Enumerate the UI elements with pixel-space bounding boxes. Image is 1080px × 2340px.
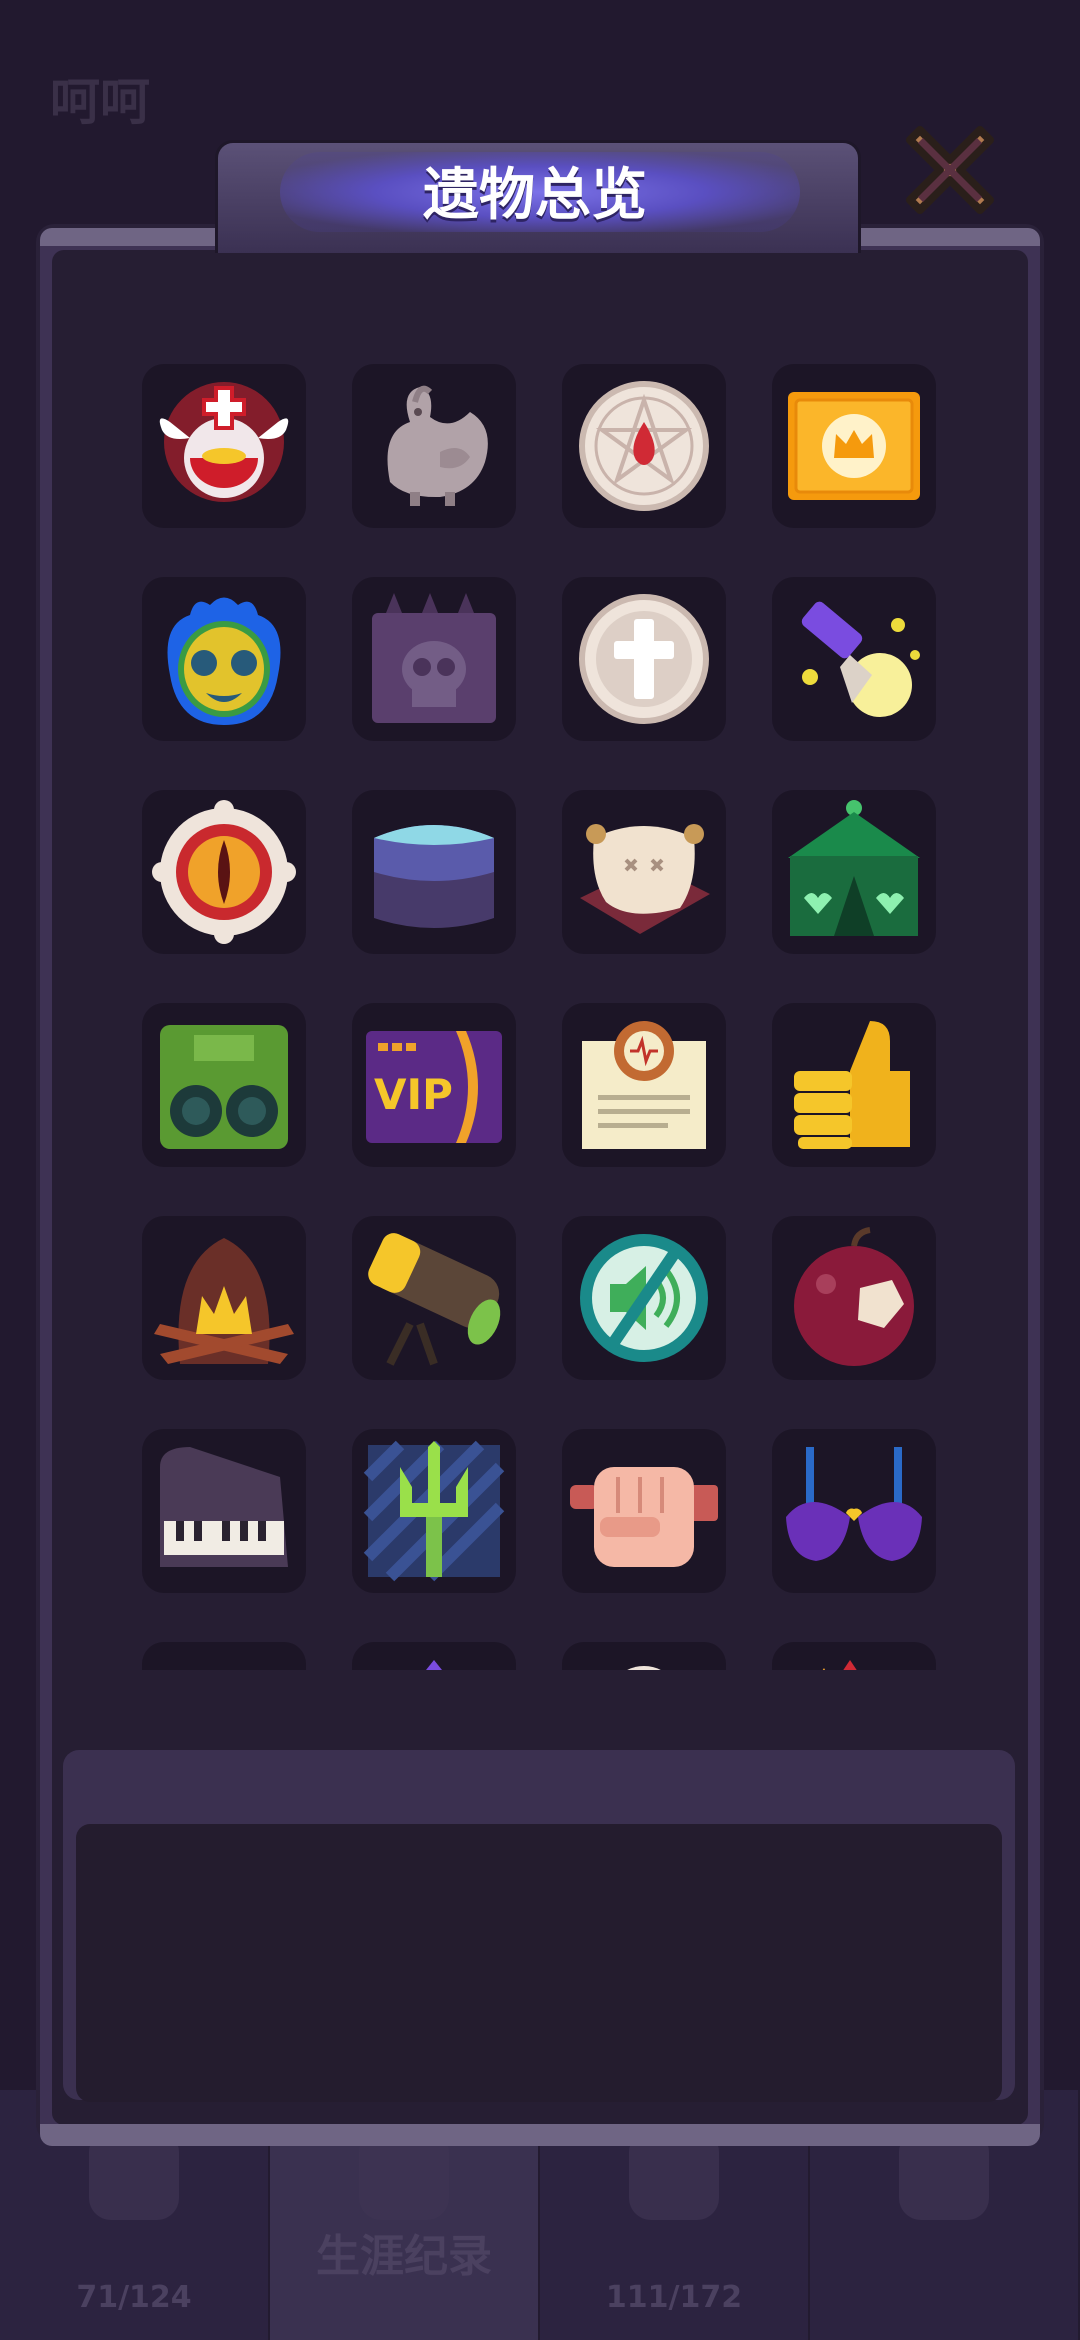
cross-coin-icon [579,594,709,724]
relic-slot-angel-potion[interactable] [142,364,306,528]
relic-slot-campfire[interactable] [142,1216,306,1380]
relic-partial-icon [627,1666,661,1670]
mute-icon [580,1234,708,1362]
relic-grid: VIP [52,300,1028,1670]
relic-slot-trident[interactable] [352,1429,516,1593]
relic-slot-certificate[interactable] [562,1003,726,1167]
close-x-icon [906,126,994,214]
relic-slot-green-tent[interactable] [772,790,936,954]
eye-ring-icon [152,800,296,944]
tab-relics-count: 71/124 [76,2280,192,2315]
relic-slot-telescope[interactable] [352,1216,516,1380]
vip-card-icon: VIP [366,1031,502,1143]
svg-text:VIP: VIP [374,1070,453,1119]
relic-slot-thumbs-up[interactable] [772,1003,936,1167]
pentagram-coin-icon [579,381,709,511]
ice-cube-icon [374,825,494,928]
angel-potion-icon [159,382,289,502]
pillow-icon [580,824,710,934]
relic-slot-mute[interactable] [562,1216,726,1380]
dialog-title: 遗物总览 [423,163,647,228]
relic-slot-gold-crown-card[interactable] [772,364,936,528]
magic-wand-icon [801,601,920,717]
telescope-icon [368,1233,501,1366]
certificate-icon [582,1021,706,1149]
relic-slot-bitten-apple[interactable] [772,1216,936,1380]
bitten-apple-icon [794,1227,914,1366]
bra-icon [786,1447,922,1561]
relic-slot-skull-block[interactable] [352,577,516,741]
description-panel [76,1824,1002,2102]
relic-slot-vip-card[interactable]: VIP [352,1003,516,1167]
dialog-bottom-edge [40,2124,1040,2146]
green-tent-icon [788,800,920,936]
relic-slot-ice-cube[interactable] [352,790,516,954]
relic-partial-icon [150,1650,298,1670]
relic-partial-icon [822,1660,857,1670]
relic-slot-partial-1[interactable] [142,1642,306,1670]
relic-slot-eye-ring[interactable] [142,790,306,954]
relic-slot-piano[interactable] [142,1429,306,1593]
close-button[interactable] [890,110,1010,230]
flaming-mask-icon [167,597,281,725]
piano-icon [160,1447,288,1567]
green-speaker-icon [160,1025,288,1149]
relic-slot-cross-coin[interactable] [562,577,726,741]
tab-collection-count: 111/172 [605,2280,743,2315]
relic-slot-stone-rooster[interactable] [352,364,516,528]
skull-block-icon [372,593,496,723]
relic-slot-partial-2[interactable] [352,1642,516,1670]
gold-crown-card-icon [788,392,920,500]
stone-rooster-icon [387,385,488,506]
fist-icon [570,1467,718,1567]
relic-slot-magic-wand[interactable] [772,577,936,741]
relic-slot-flaming-mask[interactable] [142,577,306,741]
relic-slot-partial-4[interactable] [772,1642,936,1670]
relic-slot-bra[interactable] [772,1429,936,1593]
relic-slot-fist[interactable] [562,1429,726,1593]
campfire-icon [154,1238,294,1364]
relic-slot-green-speaker[interactable] [142,1003,306,1167]
relic-slot-pentagram-coin[interactable] [562,364,726,528]
relic-slot-pillow[interactable] [562,790,726,954]
trident-icon [363,1440,505,1582]
tab-career-record-label: 生涯纪录 [316,2231,492,2282]
relic-partial-icon [426,1660,442,1670]
thumbs-up-icon [794,1021,910,1149]
relic-slot-partial-3[interactable] [562,1642,726,1670]
background-username: 呵呵 [50,73,150,131]
